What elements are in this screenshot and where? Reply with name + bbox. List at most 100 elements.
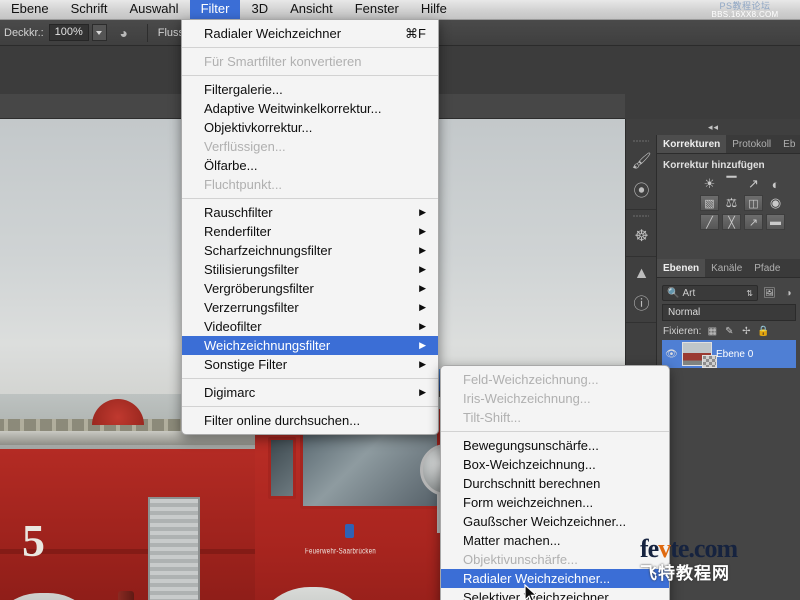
pixel-layer-filter-icon[interactable]: 🖼 xyxy=(762,286,777,301)
list-item[interactable]: 👁 Ebene 0 xyxy=(662,340,796,368)
menu-item-matter-machen[interactable]: Matter machen... xyxy=(441,531,669,550)
menu-item-label: Fluchtpunkt... xyxy=(204,177,283,192)
eye-icon[interactable]: 👁 xyxy=(665,349,678,360)
menubar-item-3d[interactable]: 3D xyxy=(240,0,279,20)
menu-item-rauschfilter[interactable]: Rauschfilter ▶ xyxy=(182,203,438,222)
menu-item-label: Scharfzeichnungsfilter xyxy=(204,243,332,258)
posterize-icon[interactable]: ▬ xyxy=(766,214,785,230)
tab-kanaele[interactable]: Kanäle xyxy=(705,259,748,277)
menu-item-stilisierungsfilter[interactable]: Stilisierungsfilter ▶ xyxy=(182,260,438,279)
menu-item-label: Selektiver Weichzeichner... xyxy=(463,590,619,600)
menu-item-renderfilter[interactable]: Renderfilter ▶ xyxy=(182,222,438,241)
menubar-item-ebene[interactable]: Ebene xyxy=(0,0,60,20)
menu-item-lfarbe[interactable]: Ölfarbe... xyxy=(182,156,438,175)
menu-item-scharfzeichnungsfilter[interactable]: Scharfzeichnungsfilter ▶ xyxy=(182,241,438,260)
histogram-icon[interactable]: ▲ xyxy=(626,260,657,288)
menu-item-label: Filter online durchsuchen... xyxy=(204,413,361,428)
menu-item-label: Bewegungsunschärfe... xyxy=(463,438,599,453)
menu-item-label: Durchschnitt berechnen xyxy=(463,476,601,491)
menu-item-verzerrungsfilter[interactable]: Verzerrungsfilter ▶ xyxy=(182,298,438,317)
menu-item-bewegungsunsch-rfe[interactable]: Bewegungsunschärfe... xyxy=(441,436,669,455)
tab-ebenenkomp[interactable]: Eb xyxy=(777,135,800,153)
lock-image-icon[interactable]: ✎ xyxy=(723,325,735,337)
filter-menu[interactable]: Radialer Weichzeichner ⌘F Für Smartfilter … xyxy=(181,19,439,435)
drag-grip[interactable] xyxy=(633,213,649,219)
menubar-item-filter[interactable]: Filter xyxy=(189,0,241,20)
lock-position-icon[interactable]: ✢ xyxy=(740,325,752,337)
truck-equipment-locker xyxy=(148,497,200,600)
menu-item-form-weichzeichnen[interactable]: Form weichzeichnen... xyxy=(441,493,669,512)
drag-grip[interactable] xyxy=(633,138,649,144)
photo-filter-icon[interactable]: ╱ xyxy=(700,214,719,230)
menu-item-label: Sonstige Filter xyxy=(204,357,288,372)
menu-item-fluchtpunkt: Fluchtpunkt... xyxy=(182,175,438,194)
exposure-icon[interactable]: ◐ xyxy=(766,176,785,192)
adjustment-layer-filter-icon[interactable]: ◑ xyxy=(781,286,796,301)
layers-panel: Ebenen Kanäle Pfade 🔍 Art ⇅ 🖼 ◑ Normal F… xyxy=(657,259,800,600)
menubar-item-fenster[interactable]: Fenster xyxy=(344,0,410,20)
vibrance-icon[interactable]: ▧ xyxy=(700,195,719,211)
truck-pipe xyxy=(118,591,134,600)
menu-item-radialer-weichzeichner[interactable]: Radialer Weichzeichner ⌘F xyxy=(182,24,438,43)
menu-item-radialer-weichzeichner[interactable]: Radialer Weichzeichner... xyxy=(441,569,669,588)
blend-mode-select[interactable]: Normal xyxy=(662,304,796,321)
opacity-input[interactable]: 100% xyxy=(48,24,89,41)
menu-item-objektivkorrektur[interactable]: Objektivkorrektur... xyxy=(182,118,438,137)
brushes-icon[interactable]: 🖌 xyxy=(626,147,657,175)
info-icon[interactable]: ⓘ xyxy=(626,288,657,316)
hue-saturation-icon[interactable]: ⚖ xyxy=(722,195,741,211)
invert-icon[interactable]: ↗ xyxy=(744,214,763,230)
blend-mode-value: Normal xyxy=(668,307,701,318)
collapse-panel-icon[interactable]: ◂◂ xyxy=(626,119,800,135)
airbrush-icon[interactable]: ◕ xyxy=(114,23,134,43)
divider xyxy=(146,23,148,42)
levels-icon[interactable]: ▔ xyxy=(722,176,741,192)
color-balance-icon[interactable]: ◫ xyxy=(744,195,763,211)
menubar-item-ansicht[interactable]: Ansicht xyxy=(279,0,344,20)
opacity-dropdown-button[interactable] xyxy=(91,24,107,41)
tab-ebenen[interactable]: Ebenen xyxy=(657,259,706,277)
menu-item-label: Tilt-Shift... xyxy=(463,410,522,425)
layer-filter-select[interactable]: 🔍 Art ⇅ xyxy=(662,285,758,301)
menu-item-videofilter[interactable]: Videofilter ▶ xyxy=(182,317,438,336)
curves-icon[interactable]: ↗ xyxy=(744,176,763,192)
menu-item-filtergalerie[interactable]: Filtergalerie... xyxy=(182,80,438,99)
weichzeichnungsfilter-submenu[interactable]: Feld-Weichzeichnung... Iris-Weichzeichnun… xyxy=(440,365,670,600)
menu-item-weichzeichnungsfilter[interactable]: Weichzeichnungsfilter ▶ xyxy=(182,336,438,355)
menu-item-label: Radialer Weichzeichner xyxy=(204,26,342,41)
submenu-arrow-icon: ▶ xyxy=(419,207,426,217)
menu-item-filter-online-durchsuchen[interactable]: Filter online durchsuchen... xyxy=(182,411,438,430)
menu-item-digimarc[interactable]: Digimarc ▶ xyxy=(182,383,438,402)
layer-filter-row: 🔍 Art ⇅ 🖼 ◑ xyxy=(662,285,796,301)
menu-item-selektiver-weichzeichner[interactable]: Selektiver Weichzeichner... xyxy=(441,588,669,600)
adjustments-panel: Korrekturen Protokoll Eb Korrektur hinzu… xyxy=(657,135,800,257)
layer-thumbnail[interactable] xyxy=(682,342,717,368)
menu-item-gau-scher-weichzeichner[interactable]: Gaußscher Weichzeichner... xyxy=(441,512,669,531)
menu-item-label: Adaptive Weitwinkelkorrektur... xyxy=(204,101,382,116)
menu-item-durchschnitt-berechnen[interactable]: Durchschnitt berechnen xyxy=(441,474,669,493)
tab-korrekturen[interactable]: Korrekturen xyxy=(657,135,727,153)
channel-mixer-icon[interactable]: ╳ xyxy=(722,214,741,230)
menubar-item-hilfe[interactable]: Hilfe xyxy=(410,0,458,20)
navigator-icon[interactable]: ☸ xyxy=(626,222,657,250)
menu-bar: Ebene Schrift Auswahl Filter 3D Ansicht Fenste… xyxy=(0,0,800,20)
layer-filter-type-icons: 🖼 ◑ xyxy=(762,286,796,301)
lock-all-icon[interactable]: 🔒 xyxy=(757,325,769,337)
stepper-icon[interactable]: ⇅ xyxy=(746,289,753,298)
menu-item-adaptive-weitwinkelkorrektur[interactable]: Adaptive Weitwinkelkorrektur... xyxy=(182,99,438,118)
lock-transparency-icon[interactable]: ▦ xyxy=(706,325,718,337)
menubar-item-auswahl[interactable]: Auswahl xyxy=(118,0,189,20)
tab-pfade[interactable]: Pfade xyxy=(748,259,786,277)
clone-source-icon[interactable]: ⦿ xyxy=(626,175,657,203)
black-white-icon[interactable]: ◉ xyxy=(766,195,785,211)
menubar-item-schrift[interactable]: Schrift xyxy=(60,0,119,20)
brightness-contrast-icon[interactable]: ☀ xyxy=(700,176,719,192)
submenu-arrow-icon: ▶ xyxy=(419,302,426,312)
menu-item-label: Form weichzeichnen... xyxy=(463,495,594,510)
menu-item-label: Gaußscher Weichzeichner... xyxy=(463,514,627,529)
tab-protokoll[interactable]: Protokoll xyxy=(726,135,777,153)
adjustments-panel-body: Korrektur hinzufügen ☀ ▔ ↗ ◐ ▧ ⚖ ◫ ◉ ╱ ╳… xyxy=(657,154,800,234)
menu-item-box-weichzeichnung[interactable]: Box-Weichzeichnung... xyxy=(441,455,669,474)
menu-item-sonstige-filter[interactable]: Sonstige Filter ▶ xyxy=(182,355,438,374)
menu-item-vergr-berungsfilter[interactable]: Vergröberungsfilter ▶ xyxy=(182,279,438,298)
